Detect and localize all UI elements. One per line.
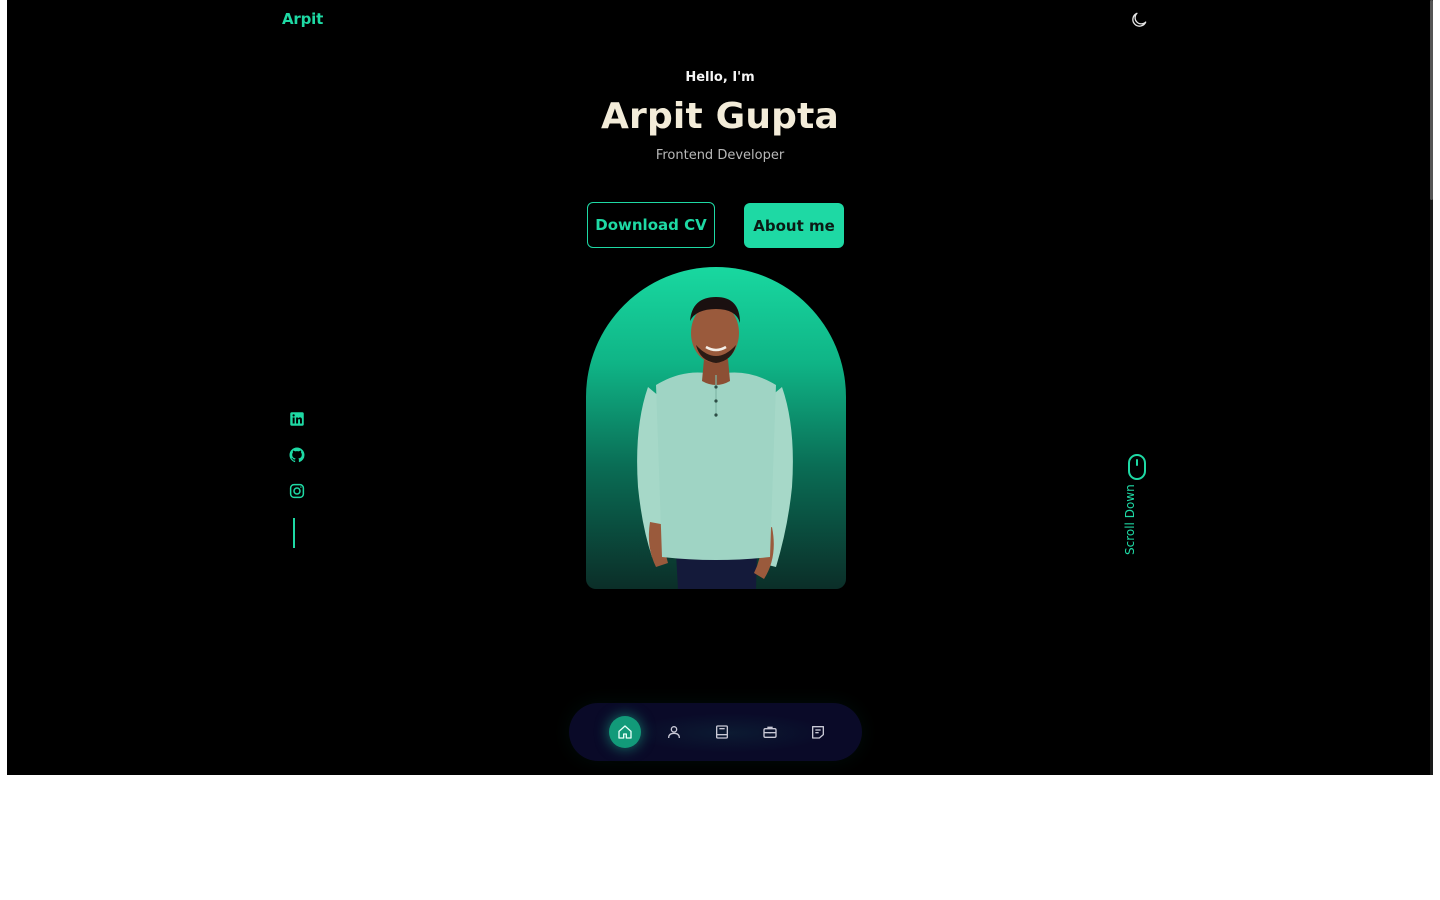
- instagram-icon[interactable]: [288, 482, 306, 500]
- message-icon: [812, 726, 824, 739]
- briefcase-icon: [763, 726, 777, 738]
- scrollbar-thumb[interactable]: [1430, 0, 1433, 200]
- book-icon: [716, 725, 728, 739]
- scroll-down-mouse[interactable]: [1125, 453, 1149, 485]
- moon-icon: [1132, 12, 1147, 27]
- nav-skills[interactable]: [706, 716, 738, 748]
- linkedin-icon[interactable]: [288, 410, 306, 428]
- user-icon: [668, 726, 680, 739]
- theme-toggle-button[interactable]: [1129, 10, 1149, 30]
- site-logo[interactable]: Arpit: [282, 10, 323, 28]
- download-cv-button[interactable]: Download CV: [587, 202, 715, 248]
- github-icon[interactable]: [288, 446, 306, 464]
- home-icon: [618, 725, 632, 739]
- page-viewport: Arpit Hello, I'm Arpit Gupta Frontend De…: [7, 0, 1433, 775]
- mouse-icon: [1128, 454, 1146, 480]
- nav-portfolio[interactable]: [754, 716, 786, 748]
- social-divider-line: [293, 518, 295, 548]
- social-links: [288, 410, 306, 548]
- about-me-button[interactable]: About me: [744, 203, 844, 248]
- scroll-down-label[interactable]: Scroll Down: [1123, 484, 1137, 555]
- nav-home[interactable]: [609, 716, 641, 748]
- person-illustration: [637, 297, 793, 589]
- nav-about[interactable]: [658, 716, 690, 748]
- bottom-navigation: [569, 703, 862, 761]
- hero-name: Arpit Gupta: [600, 96, 840, 137]
- hero-role: Frontend Developer: [655, 148, 785, 163]
- nav-contact[interactable]: [802, 716, 834, 748]
- scrollbar[interactable]: [1430, 0, 1433, 775]
- hero-greeting: Hello, I'm: [685, 70, 755, 85]
- portrait-image: [586, 267, 846, 589]
